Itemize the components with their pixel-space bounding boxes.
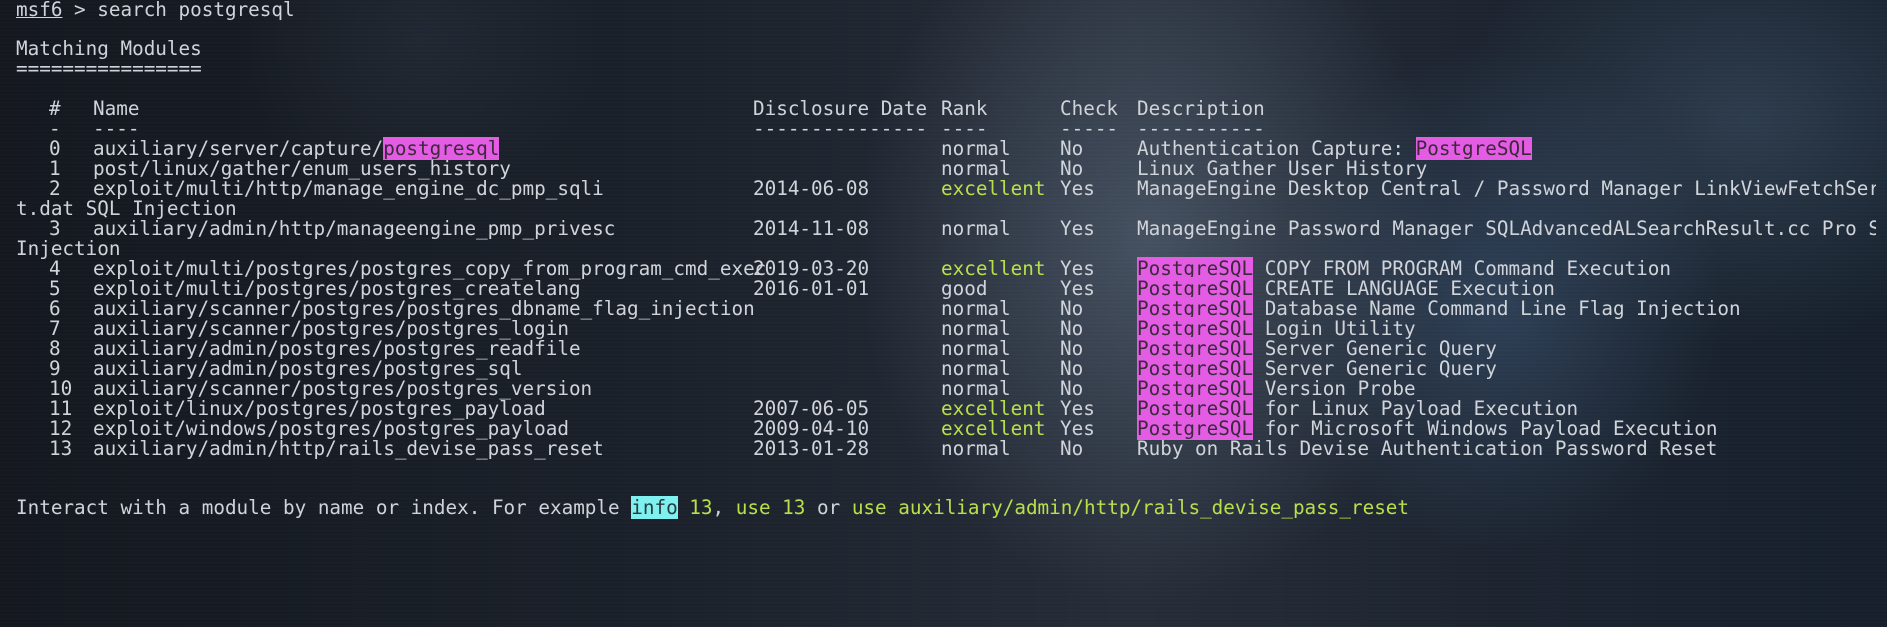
row-rank: normal [941,437,1011,460]
row-name: auxiliary/admin/http/rails_devise_pass_r… [93,437,604,461]
row-description: ManageEngine Desktop Central / Password … [1137,177,1876,201]
row-check: Yes [1060,217,1095,240]
prompt-separator: > [62,0,98,21]
row-description: Ruby on Rails Devise Authentication Pass… [1137,437,1717,461]
footer-text: Interact with a module by name or index.… [16,496,632,519]
footer-hint: Interact with a module by name or index.… [16,496,1409,520]
prompt-command: search postgresql [97,0,295,21]
table-row: 2 exploit/multi/http/manage_engine_dc_pmp… [16,177,1876,201]
table-row: 3 auxiliary/admin/http/manageengine_pmp_p… [16,217,1876,241]
footer-info-command: info [631,496,678,519]
row-description-text: ManageEngine Password Manager SQLAdvance… [1137,217,1876,240]
row-check: No [1060,437,1084,460]
row-date: 2013-01-28 [753,437,870,460]
row-name: auxiliary/admin/http/manageengine_pmp_pr… [93,217,615,241]
row-name-text: auxiliary/admin/http/rails_devise_pass_r… [93,437,604,460]
terminal-output[interactable]: msf6 > search postgresql Matching Module… [16,0,1876,627]
footer-info-arg: 13 [677,496,713,519]
footer-use-index: use 13 [735,496,806,519]
row-description-text: ManageEngine Desktop Central / Password … [1137,177,1876,200]
prompt-line: msf6 > search postgresql [16,0,295,22]
row-num: 13 [49,437,73,460]
row-rank: normal [941,217,1011,240]
section-underline: ================ [16,57,202,80]
prompt-name: msf6 [16,0,63,21]
footer-sep2: or [805,496,852,519]
row-check: Yes [1060,177,1095,200]
row-rank: excellent [941,177,1046,200]
row-name-text: auxiliary/admin/http/manageengine_pmp_pr… [93,217,616,240]
row-date: 2014-11-08 [753,217,870,240]
row-date: 2014-06-08 [753,177,870,200]
footer-use-path: use auxiliary/admin/http/rails_devise_pa… [851,496,1410,519]
table-row: 13 auxiliary/admin/http/rails_devise_pass… [16,437,1876,461]
row-description: ManageEngine Password Manager SQLAdvance… [1137,217,1876,241]
row-description-text: Ruby on Rails Devise Authentication Pass… [1137,437,1718,460]
footer-sep1: , [712,496,736,519]
